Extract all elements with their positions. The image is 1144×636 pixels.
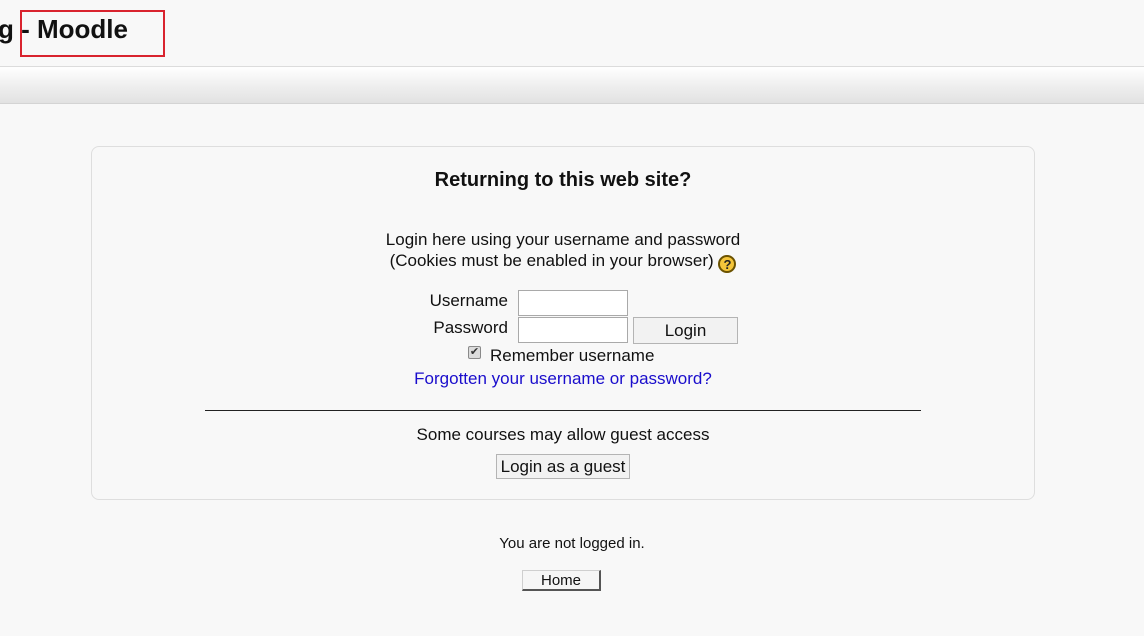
- login-info: You are not logged in.: [499, 535, 645, 552]
- username-field[interactable]: [518, 290, 628, 316]
- home-button[interactable]: Home: [522, 570, 601, 591]
- password-label: Password: [433, 318, 508, 337]
- guest-access-text: Some courses may allow guest access: [416, 425, 710, 444]
- forgot-password-link[interactable]: Forgotten your username or password?: [92, 369, 1034, 389]
- instructions-line-2: (Cookies must be enabled in your browser…: [389, 251, 714, 270]
- login-heading: Returning to this web site?: [434, 169, 692, 191]
- login-instructions: Login here using your username and passw…: [92, 229, 1034, 273]
- help-icon[interactable]: ?: [718, 255, 737, 273]
- login-button[interactable]: Login: [633, 317, 738, 344]
- remember-username-label: Remember username: [490, 346, 655, 365]
- password-field[interactable]: [518, 317, 628, 343]
- instructions-line-2-wrap: (Cookies must be enabled in your browser…: [92, 250, 1034, 273]
- instructions-line-1: Login here using your username and passw…: [385, 230, 741, 249]
- guest-login-button[interactable]: Login as a guest: [496, 454, 630, 479]
- highlight-box: [20, 10, 165, 57]
- username-label: Username: [429, 291, 508, 310]
- navigation-bar: [0, 67, 1144, 104]
- divider: [205, 410, 921, 411]
- page-header: g - Moodle: [0, 0, 1144, 67]
- login-panel: Returning to this web site? Login here u…: [91, 146, 1035, 500]
- remember-username-checkbox[interactable]: ✔: [468, 346, 481, 359]
